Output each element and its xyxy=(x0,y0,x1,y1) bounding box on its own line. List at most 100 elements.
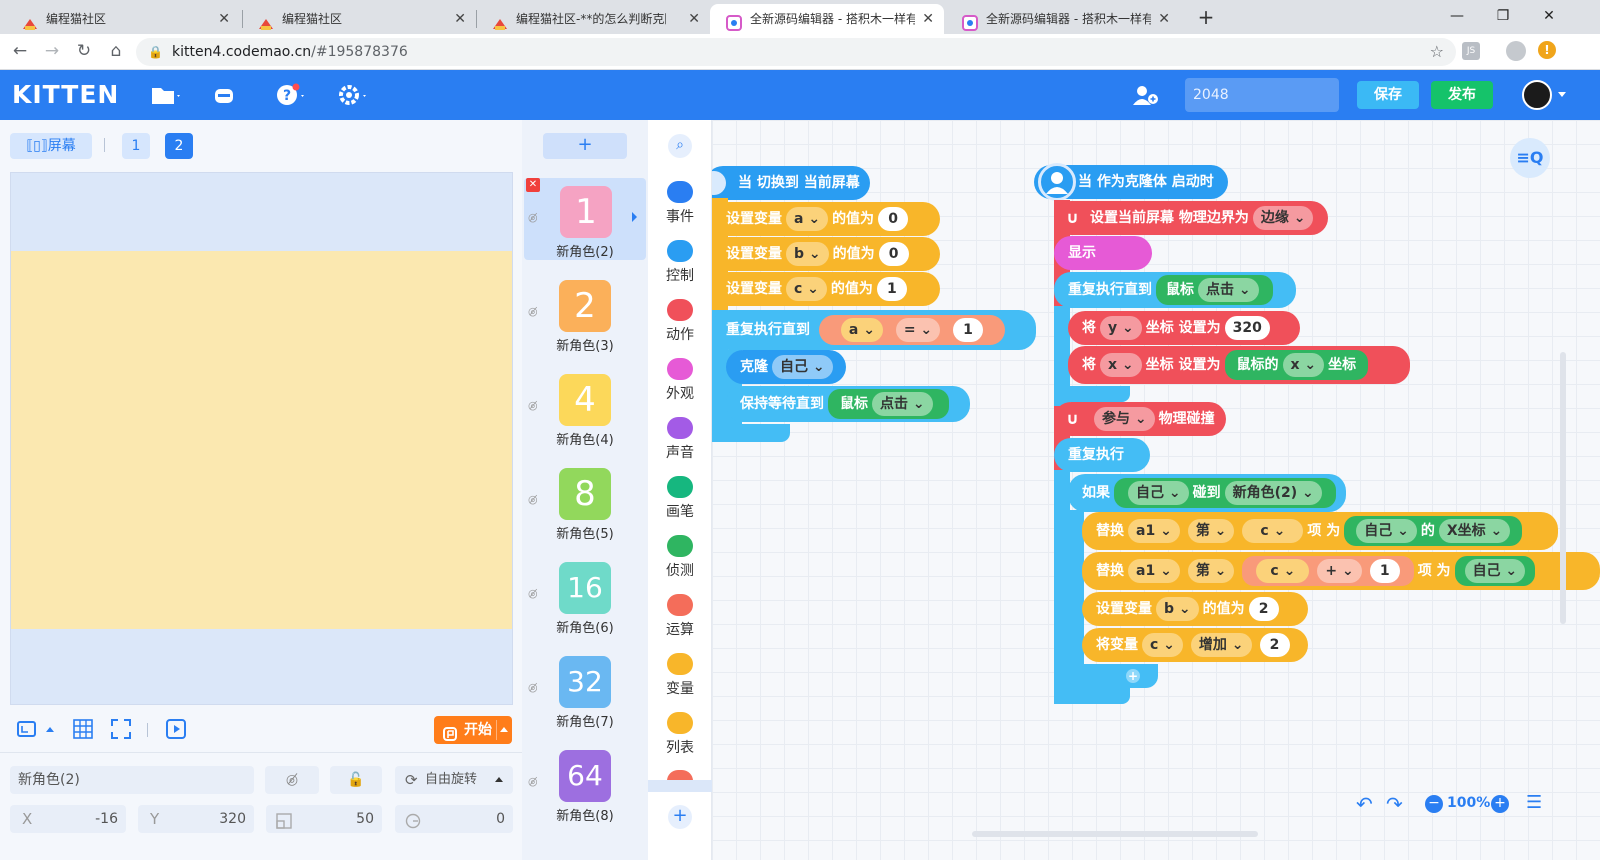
search-icon[interactable]: ⌕ xyxy=(668,134,692,158)
axis-dropdown[interactable]: y ⌄ xyxy=(1100,316,1142,340)
variable-dropdown[interactable]: b ⌄ xyxy=(786,242,829,266)
chevron-down-icon[interactable] xyxy=(1558,92,1566,97)
variable-dropdown[interactable]: b ⌄ xyxy=(1156,597,1199,621)
operator-dropdown[interactable]: + ⌄ xyxy=(1317,559,1362,583)
profile-icon[interactable] xyxy=(1506,41,1526,61)
set-variable-block[interactable]: 设置变量 c ⌄ 的值为 1 xyxy=(712,272,940,306)
value-input[interactable]: 2 xyxy=(1248,597,1279,621)
target-dropdown[interactable]: 自己 ⌄ xyxy=(1128,481,1189,505)
repeat-until-block[interactable]: 重复执行直到 a ⌄ = ⌄ 1 xyxy=(712,310,1036,350)
arrange-blocks-icon[interactable]: ☰ xyxy=(1526,792,1542,813)
category-variables[interactable]: 变量 xyxy=(648,650,712,706)
browser-tab[interactable]: 编程猫社区 ✕ xyxy=(6,4,240,34)
code-workspace[interactable]: 当 切换到 当前屏幕 设置变量 a ⌄ 的值为 0 设置变量 b ⌄ 的值为 0 设置变量 c… xyxy=(712,120,1600,860)
hidden-eye-icon[interactable]: ◎̸ xyxy=(528,681,538,694)
target-dropdown[interactable]: 自己 ⌄ xyxy=(1356,519,1417,543)
hidden-eye-icon[interactable]: ◎̸ xyxy=(528,587,538,600)
category-looks[interactable]: 外观 xyxy=(648,355,712,411)
screen-size-icon[interactable] xyxy=(16,718,38,740)
help-icon[interactable]: ? xyxy=(276,83,308,107)
target-dropdown[interactable]: 自己 ⌄ xyxy=(772,355,833,379)
caret-up-icon[interactable] xyxy=(46,727,54,732)
set-x-coordinate-block[interactable]: 将x ⌄ 坐标 设置为 鼠标的 x ⌄ 坐标 xyxy=(1068,346,1410,384)
change-mode-dropdown[interactable]: 增加 ⌄ xyxy=(1190,633,1252,657)
close-window-icon[interactable]: ✕ xyxy=(1526,0,1572,34)
sprite-item[interactable]: ◎̸ 32 新角色(7) xyxy=(528,648,628,730)
sprite-item-selected[interactable]: ✕ ◎̸ 1 新角色(2) xyxy=(524,178,646,260)
add-extension-button[interactable]: + xyxy=(668,805,692,829)
visibility-toggle-icon[interactable]: ◎̸ xyxy=(265,766,319,794)
sprite-item[interactable]: ◎̸ 2 新角色(3) xyxy=(528,272,628,354)
set-variable-block[interactable]: 设置变量 b ⌄ 的值为 0 xyxy=(712,237,940,271)
robot-icon[interactable] xyxy=(212,83,236,107)
list-dropdown[interactable]: a1 ⌄ xyxy=(1128,559,1180,583)
variable-reporter[interactable]: c ⌄ xyxy=(1256,559,1310,583)
border-dropdown[interactable]: 边缘 ⌄ xyxy=(1252,206,1314,230)
zoom-out-icon[interactable]: − xyxy=(1425,795,1443,813)
if-block[interactable]: 如果 自己 ⌄ 碰到 新角色(2) ⌄ xyxy=(1068,474,1346,512)
forever-block[interactable]: 重复执行 xyxy=(1054,438,1150,472)
wait-until-block[interactable]: 保持等待直到 鼠标 点击 ⌄ xyxy=(726,386,970,422)
browser-tab[interactable]: 编程猫社区 ✕ xyxy=(242,4,476,34)
set-variable-block[interactable]: 设置变量 a ⌄ 的值为 0 xyxy=(712,202,940,236)
addition-reporter[interactable]: c ⌄ + ⌄ 1 xyxy=(1242,556,1414,586)
screen-page-2[interactable]: 2 xyxy=(165,133,193,159)
close-tab-icon[interactable]: ✕ xyxy=(1158,4,1170,34)
home-icon[interactable]: ⌂ xyxy=(104,40,128,64)
reload-icon[interactable]: ↻ xyxy=(72,40,96,64)
variable-dropdown[interactable]: a ⌄ xyxy=(840,318,883,342)
screen-page-1[interactable]: 1 xyxy=(122,133,150,159)
hidden-eye-icon[interactable]: ◎̸ xyxy=(528,211,538,224)
sprite-name-input[interactable]: 新角色(2) xyxy=(10,766,254,794)
replace-list-item-block[interactable]: 替换 a1 ⌄ 第 ⌄ c ⌄ 项 为自己 ⌄ 的 X坐标 ⌄ xyxy=(1082,512,1558,550)
mouse-coordinate-reporter[interactable]: 鼠标的 x ⌄ 坐标 xyxy=(1224,350,1369,380)
category-motion[interactable]: 动作 xyxy=(648,296,712,352)
hat-block-clone-start[interactable]: 当 作为克隆体 启动时 xyxy=(1034,163,1228,201)
category-events[interactable]: 事件 xyxy=(648,178,712,234)
fullscreen-icon[interactable] xyxy=(110,718,132,740)
change-variable-block[interactable]: 将变量 c ⌄ 增加 ⌄ 2 xyxy=(1082,628,1308,662)
x-position-field[interactable]: X -16 xyxy=(10,805,126,833)
extension-icon[interactable]: JS xyxy=(1462,42,1480,60)
show-block[interactable]: 显示 xyxy=(1054,236,1152,270)
lock-toggle-icon[interactable]: 🔓 xyxy=(330,766,382,794)
bookmark-star-icon[interactable]: ☆ xyxy=(1430,38,1444,66)
equals-condition[interactable]: a ⌄ = ⌄ 1 xyxy=(818,315,1006,345)
grid-icon[interactable] xyxy=(72,718,94,740)
add-branch-button[interactable]: + xyxy=(1126,669,1140,683)
hat-block-switch-screen[interactable]: 当 切换到 当前屏幕 xyxy=(712,166,870,200)
variable-dropdown[interactable]: a ⌄ xyxy=(786,207,829,231)
hidden-eye-icon[interactable]: ◎̸ xyxy=(528,775,538,788)
x-coordinate-reporter[interactable]: 自己 ⌄ xyxy=(1454,556,1536,586)
restore-icon[interactable]: ❐ xyxy=(1480,0,1526,34)
browser-tab[interactable]: 全新源码编辑器 - 搭积木一样有趣 ✕ xyxy=(946,4,1180,34)
variable-dropdown[interactable]: c ⌄ xyxy=(786,277,827,301)
hidden-eye-icon[interactable]: ◎̸ xyxy=(528,493,538,506)
participate-dropdown[interactable]: 参与 ⌄ xyxy=(1094,407,1155,431)
attribute-dropdown[interactable]: X坐标 ⌄ xyxy=(1438,519,1511,543)
new-tab-button[interactable]: + xyxy=(1192,4,1220,32)
value-input[interactable]: 1 xyxy=(1369,559,1400,583)
value-input[interactable]: 0 xyxy=(878,207,909,231)
browser-tab-active[interactable]: 全新源码编辑器 - 搭积木一样有趣 ✕ xyxy=(710,4,944,34)
mouse-dropdown[interactable]: 点击 ⌄ xyxy=(1198,278,1259,302)
set-physics-border-block[interactable]: ∪ 设置当前屏幕 物理边界为 边缘 ⌄ xyxy=(1054,201,1328,235)
category-lists[interactable]: 列表 xyxy=(648,709,712,765)
sprite-dropdown[interactable]: 新角色(2) ⌄ xyxy=(1224,481,1322,505)
sprite-item[interactable]: ◎̸ 4 新角色(4) xyxy=(528,366,628,448)
caret-up-icon[interactable] xyxy=(500,727,508,732)
redo-icon[interactable]: ↷ xyxy=(1386,792,1403,816)
hidden-eye-icon[interactable]: ◎̸ xyxy=(528,399,538,412)
operator-dropdown[interactable]: = ⌄ xyxy=(895,318,941,342)
sprite-item[interactable]: ◎̸ 64 新角色(8) xyxy=(528,742,628,824)
set-y-coordinate-block[interactable]: 将y ⌄ 坐标 设置为 320 xyxy=(1068,311,1300,345)
screen-button[interactable]: ⟦▯⟧屏幕 xyxy=(10,133,92,159)
category-pen[interactable]: 画笔 xyxy=(648,473,712,529)
mouse-condition[interactable]: 鼠标 点击 ⌄ xyxy=(1156,275,1273,305)
size-field[interactable]: 50 xyxy=(266,805,382,833)
undo-icon[interactable]: ↶ xyxy=(1356,792,1373,816)
close-tab-icon[interactable]: ✕ xyxy=(688,4,700,34)
add-sprite-button[interactable]: + xyxy=(543,133,627,159)
rotation-field[interactable]: 0 xyxy=(395,805,513,833)
zoom-in-icon[interactable]: + xyxy=(1491,795,1509,813)
